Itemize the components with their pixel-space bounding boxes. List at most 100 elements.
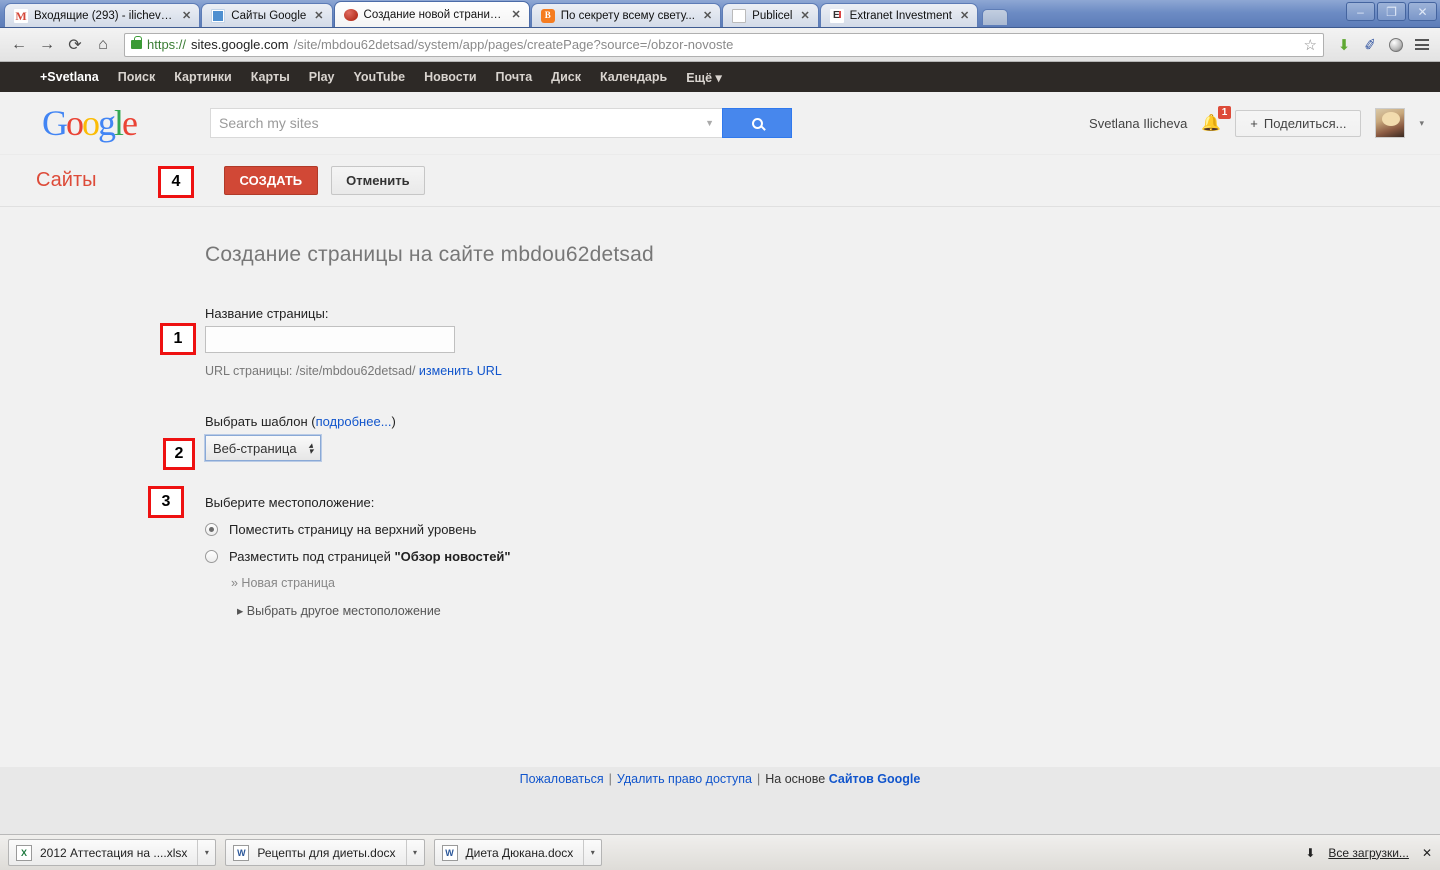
minimize-button[interactable]: – xyxy=(1346,2,1375,21)
gbar-item-search[interactable]: Поиск xyxy=(118,70,156,84)
tab-title: По секрету всему свету... xyxy=(560,9,695,22)
browser-tab[interactable]: B По секрету всему свету... ✕ xyxy=(530,3,722,27)
remove-access-link[interactable]: Удалить право доступа xyxy=(617,772,752,786)
gbar-item-maps[interactable]: Карты xyxy=(251,70,290,84)
page-url-line: URL страницы: /site/mbdou62detsad/ измен… xyxy=(205,364,845,378)
close-icon[interactable]: ✕ xyxy=(960,9,969,22)
close-icon[interactable]: ✕ xyxy=(800,9,809,22)
gbar-item-play[interactable]: Play xyxy=(309,70,335,84)
pencil-icon[interactable]: ✐ xyxy=(1358,32,1382,58)
address-bar[interactable]: https:// sites.google.com/site/mbdou62det… xyxy=(124,32,1324,57)
change-url-link[interactable]: изменить URL xyxy=(419,364,502,378)
gbar-item-more[interactable]: Ещё ▾ xyxy=(686,70,722,85)
chevron-down-icon[interactable]: ▾ xyxy=(1419,118,1424,129)
url-prefix-label: URL страницы: xyxy=(205,364,293,378)
browser-tab[interactable]: Publicel ✕ xyxy=(722,3,819,27)
marker-2: 2 xyxy=(163,438,195,470)
browser-tab[interactable]: EI Extranet Investment ✕ xyxy=(819,3,979,27)
radio-top-level[interactable] xyxy=(205,523,218,536)
chevron-down-icon[interactable]: ▼ xyxy=(705,118,714,128)
tab-title: Publicel xyxy=(752,9,793,22)
download-item[interactable]: X 2012 Аттестация на ....xlsx ▾ xyxy=(8,839,217,866)
logo-g1: G xyxy=(42,103,68,143)
gbar-item-news[interactable]: Новости xyxy=(424,70,476,84)
close-icon[interactable]: ✕ xyxy=(314,9,323,22)
search-button[interactable] xyxy=(722,108,792,138)
restore-button[interactable]: ❐ xyxy=(1377,2,1406,21)
browser-tab[interactable]: M Входящие (293) - ilicheva67 ✕ xyxy=(4,3,201,27)
url-path-value: /site/mbdou62detsad/ xyxy=(295,364,416,378)
close-shelf-icon[interactable]: ✕ xyxy=(1422,846,1432,860)
close-icon[interactable]: ✕ xyxy=(512,8,521,21)
template-label-close: ) xyxy=(391,414,396,429)
share-button[interactable]: + Поделиться... xyxy=(1235,109,1362,137)
avatar[interactable] xyxy=(1375,108,1406,138)
cancel-button[interactable]: Отменить xyxy=(331,166,425,195)
google-sites-link[interactable]: Сайтов Google xyxy=(829,772,921,786)
sites-toolbar: Сайты 4 СОЗДАТЬ Отменить xyxy=(0,155,1440,207)
red-dot-icon xyxy=(343,8,358,21)
reload-icon[interactable]: ⟳ xyxy=(62,32,88,58)
lock-icon xyxy=(131,36,142,49)
page-name-input[interactable] xyxy=(205,326,455,353)
back-icon[interactable]: ← xyxy=(6,32,32,58)
download-shelf: X 2012 Аттестация на ....xlsx ▾ W Рецепт… xyxy=(0,834,1440,870)
tab-title: Входящие (293) - ilicheva67 xyxy=(34,9,174,22)
bookmark-star-icon[interactable]: ☆ xyxy=(1304,36,1319,54)
forward-icon[interactable]: → xyxy=(34,32,60,58)
chevron-down-icon[interactable]: ▾ xyxy=(197,840,215,865)
template-more-link[interactable]: подробнее... xyxy=(316,414,392,429)
logo-o2: o xyxy=(82,103,100,143)
gbar-item-mail[interactable]: Почта xyxy=(496,70,533,84)
download-icon[interactable]: ⬇ xyxy=(1332,32,1356,58)
report-link[interactable]: Пожаловаться xyxy=(520,772,604,786)
close-window-button[interactable]: ✕ xyxy=(1408,2,1437,21)
download-item-name-wrap: X 2012 Аттестация на ....xlsx xyxy=(9,844,197,861)
sites-title[interactable]: Сайты xyxy=(36,169,97,192)
chevron-down-icon[interactable]: ▾ xyxy=(583,840,601,865)
logo-l: l xyxy=(114,103,124,143)
radio-row-under-page[interactable]: Разместить под страницей "Обзор новостей… xyxy=(205,549,845,564)
gbar-item-youtube[interactable]: YouTube xyxy=(353,70,405,84)
new-tab-button[interactable] xyxy=(982,9,1009,25)
url-scheme: https:// xyxy=(147,37,187,52)
download-item-name-wrap: W Диета Дюкана.docx xyxy=(435,844,584,861)
radio-under-page[interactable] xyxy=(205,550,218,563)
gbar-item-images[interactable]: Картинки xyxy=(174,70,232,84)
location-field-group: 3 Выберите местоположение: Поместить стр… xyxy=(148,486,845,618)
radio-under-page-parent: "Обзор новостей" xyxy=(394,549,511,564)
stepper-icon: ▴ ▾ xyxy=(308,440,314,456)
notification-badge: 1 xyxy=(1217,106,1232,119)
home-icon[interactable]: ⌂ xyxy=(90,32,116,58)
breadcrumb-new-page: » Новая страница xyxy=(231,576,335,590)
gbar-item-svetlana[interactable]: +Svetlana xyxy=(40,70,99,84)
browser-tab[interactable]: Сайты Google ✕ xyxy=(201,3,333,27)
download-arrow-icon: ⬇ xyxy=(1305,845,1316,860)
document-icon xyxy=(732,8,747,23)
plus-icon: + xyxy=(1250,115,1258,131)
close-icon[interactable]: ✕ xyxy=(703,9,712,22)
menu-icon[interactable] xyxy=(1410,32,1434,58)
notification-bell-icon[interactable]: 🔔 1 xyxy=(1201,106,1232,133)
create-button[interactable]: СОЗДАТЬ xyxy=(223,166,319,195)
download-item[interactable]: W Диета Дюкана.docx ▾ xyxy=(433,839,603,866)
share-label: Поделиться... xyxy=(1263,115,1347,131)
search-area: Search my sites ▼ xyxy=(210,108,792,138)
download-item[interactable]: W Рецепты для диеты.docx ▾ xyxy=(225,839,425,866)
chevron-down-icon[interactable]: ▾ xyxy=(405,840,424,865)
google-bar: +Svetlana Поиск Картинки Карты Play YouT… xyxy=(0,62,1440,92)
browser-tab-active[interactable]: Создание новой страницы ✕ xyxy=(333,1,530,27)
gbar-item-calendar[interactable]: Календарь xyxy=(600,70,667,84)
choose-other-location-link[interactable]: ▸ Выбрать другое местоположение xyxy=(205,603,845,618)
marker-4: 4 xyxy=(158,166,194,198)
globe-icon[interactable] xyxy=(1384,32,1408,58)
radio-row-top-level[interactable]: Поместить страницу на верхний уровень xyxy=(205,522,845,537)
all-downloads-link[interactable]: Все загрузки... xyxy=(1328,846,1409,860)
close-icon[interactable]: ✕ xyxy=(182,9,191,22)
footer-separator: | xyxy=(608,772,612,786)
search-input[interactable]: Search my sites ▼ xyxy=(210,108,722,138)
template-select[interactable]: Веб-страница ▴ ▾ xyxy=(203,434,323,462)
browser-navbar: ← → ⟳ ⌂ https:// sites.google.com/site/mb… xyxy=(0,28,1440,62)
gbar-item-drive[interactable]: Диск xyxy=(551,70,581,84)
google-logo[interactable]: Google xyxy=(42,103,138,143)
